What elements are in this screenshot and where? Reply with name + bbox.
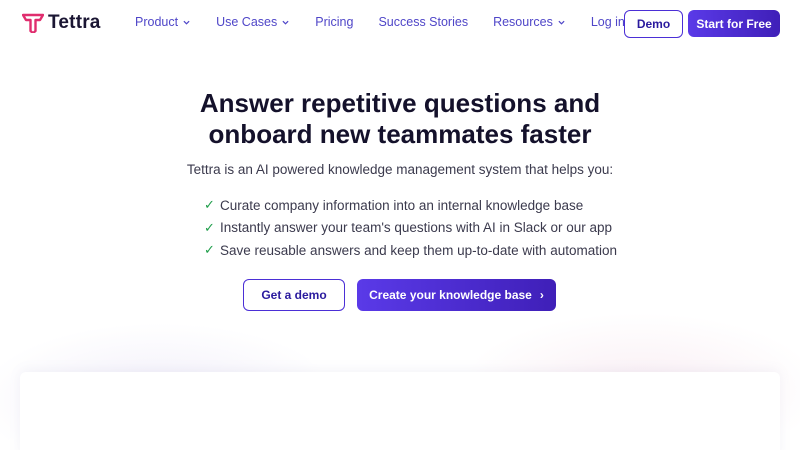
feature-list: ✓ Curate company information into an int… <box>204 194 617 262</box>
hero-title: Answer repetitive questions and onboard … <box>150 88 650 150</box>
get-a-demo-button[interactable]: Get a demo <box>243 279 345 311</box>
create-knowledge-base-label: Create your knowledge base <box>369 288 532 302</box>
nav-success-stories-label: Success Stories <box>378 15 469 29</box>
hero-title-line-2: onboard new teammates faster <box>208 119 592 149</box>
nav-success-stories[interactable]: Success Stories <box>378 15 468 29</box>
chevron-down-icon <box>183 20 190 25</box>
nav-pricing-label: Pricing <box>315 15 354 29</box>
list-item: ✓ Curate company information into an int… <box>204 194 617 217</box>
feature-text: Instantly answer your team's questions w… <box>220 220 613 236</box>
chevron-down-icon <box>282 20 289 25</box>
nav-links: Product Use Cases Pricing Success Storie… <box>135 15 625 29</box>
check-icon: ✓ <box>204 197 215 213</box>
nav-resources[interactable]: Resources <box>493 15 565 29</box>
nav-use-cases-label: Use Cases <box>216 15 278 29</box>
logo-text: Tettra <box>48 12 101 33</box>
feature-text: Curate company information into an inter… <box>220 197 584 213</box>
create-knowledge-base-button[interactable]: Create your knowledge base › <box>357 279 556 311</box>
logo[interactable]: Tettra <box>22 12 101 34</box>
start-for-free-button[interactable]: Start for Free <box>688 10 780 37</box>
chevron-down-icon <box>558 20 565 25</box>
nav-login-label: Log in <box>590 15 625 29</box>
hero-title-line-1: Answer repetitive questions and <box>199 88 601 118</box>
nav-product-label: Product <box>135 15 179 29</box>
nav-use-cases[interactable]: Use Cases <box>216 15 289 29</box>
feature-text: Save reusable answers and keep them up-t… <box>220 242 617 258</box>
nav-login[interactable]: Log in <box>591 15 625 29</box>
nav-product[interactable]: Product <box>135 15 190 29</box>
top-nav: Tettra Product Use Cases Pricing Success… <box>0 0 800 48</box>
check-icon: ✓ <box>204 219 215 235</box>
hero-subtitle: Tettra is an AI powered knowledge manage… <box>186 162 614 177</box>
nav-resources-label: Resources <box>493 15 553 29</box>
content-card <box>20 372 780 450</box>
list-item: ✓ Instantly answer your team's questions… <box>204 217 617 240</box>
tettra-logo-icon <box>22 13 44 33</box>
check-icon: ✓ <box>204 242 215 258</box>
list-item: ✓ Save reusable answers and keep them up… <box>204 239 617 262</box>
chevron-right-icon: › <box>539 288 544 302</box>
demo-button[interactable]: Demo <box>624 10 683 38</box>
nav-pricing[interactable]: Pricing <box>315 15 353 29</box>
